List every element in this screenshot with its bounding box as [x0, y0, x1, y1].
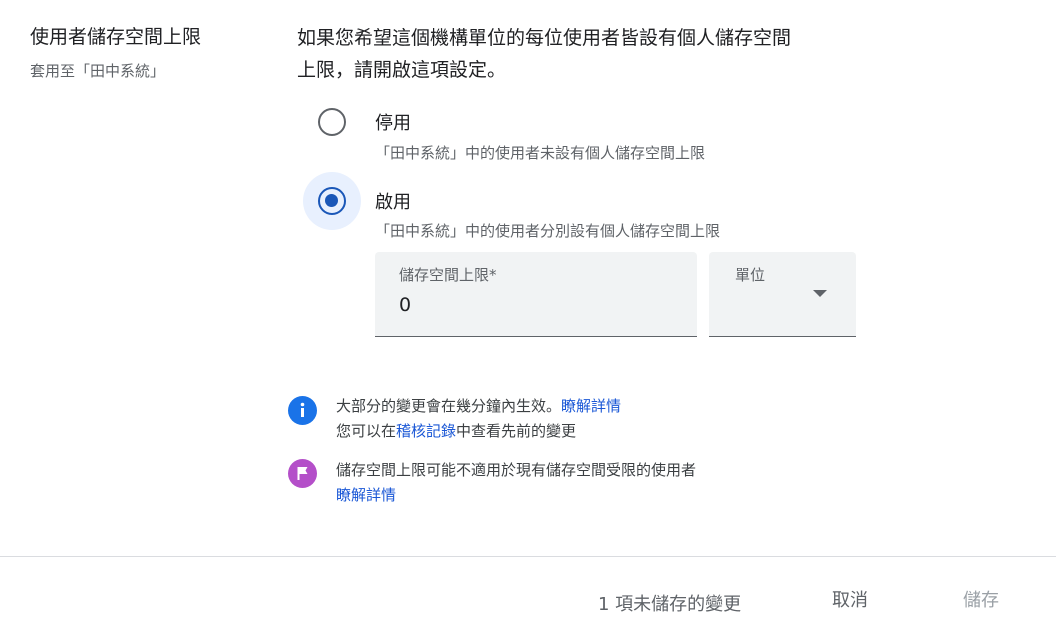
- radio-off[interactable]: [303, 93, 361, 151]
- radio-checked-icon: [318, 187, 346, 215]
- info-note-text-2a: 您可以在: [336, 422, 397, 440]
- option-on-label[interactable]: 啟用: [375, 188, 411, 214]
- radio-on[interactable]: [303, 172, 361, 230]
- storage-limit-field[interactable]: 儲存空間上限* 0: [375, 252, 697, 337]
- audit-log-link[interactable]: 稽核記錄: [396, 422, 456, 440]
- description-line-2: 上限，請開啟這項設定。: [297, 59, 507, 81]
- learn-more-link[interactable]: 瞭解詳情: [561, 397, 621, 415]
- unit-label: 單位: [735, 266, 766, 284]
- info-note-line-1: 大部分的變更會在幾分鐘內生效。瞭解詳情: [336, 395, 621, 416]
- cancel-button[interactable]: 取消: [832, 586, 868, 612]
- unsaved-changes-status: 1 項未儲存的變更: [598, 594, 742, 615]
- unit-select[interactable]: 單位: [709, 252, 856, 337]
- setting-description: 如果您希望這個機構單位的每位使用者皆設有個人儲存空間 上限，請開啟這項設定。: [297, 22, 897, 86]
- info-icon: [288, 396, 317, 425]
- footer-divider: [0, 556, 1056, 557]
- storage-limit-label: 儲存空間上限*: [399, 266, 497, 284]
- storage-limit-input[interactable]: 0: [399, 294, 411, 316]
- option-on-help: 「田中系統」中的使用者分別設有個人儲存空間上限: [375, 222, 721, 240]
- flag-icon: [288, 459, 317, 488]
- chevron-down-icon: [813, 290, 827, 297]
- option-off-help: 「田中系統」中的使用者未設有個人儲存空間上限: [375, 144, 706, 162]
- applies-to-text: 套用至「田中系統」: [30, 62, 166, 80]
- radio-ring-icon: [318, 108, 346, 136]
- info-note-text: 大部分的變更會在幾分鐘內生效。: [336, 397, 562, 415]
- flag-note-text: 儲存空間上限可能不適用於現有儲存空間受限的使用者: [336, 461, 697, 479]
- info-note-line-2: 您可以在稽核記錄中查看先前的變更: [336, 420, 576, 441]
- description-line-1: 如果您希望這個機構單位的每位使用者皆設有個人儲存空間: [297, 27, 792, 49]
- flag-learn-more-link[interactable]: 瞭解詳情: [336, 484, 396, 505]
- radio-dot-icon: [325, 194, 338, 207]
- option-off-label[interactable]: 停用: [375, 109, 411, 135]
- info-note-text-2b: 中查看先前的變更: [456, 422, 577, 440]
- save-button[interactable]: 儲存: [963, 586, 999, 612]
- setting-title: 使用者儲存空間上限: [30, 26, 202, 48]
